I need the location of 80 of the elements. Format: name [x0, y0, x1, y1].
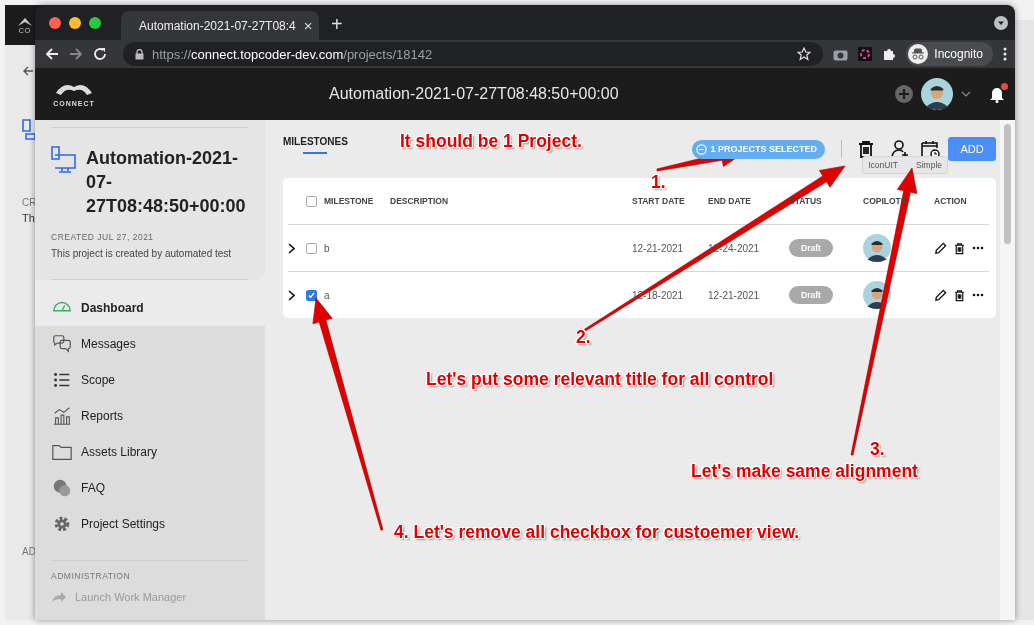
- table-cell: 12-21-2021: [708, 289, 760, 301]
- nav-item[interactable]: Scope: [35, 362, 265, 398]
- annotation-text: Let's make same alignment: [691, 461, 918, 482]
- monitor-icon: [22, 119, 36, 141]
- annotation-text: 3.: [870, 439, 885, 460]
- lock-icon: [135, 48, 144, 60]
- pencil-icon[interactable]: [934, 288, 947, 302]
- table-cell: a: [324, 289, 330, 301]
- table-cell: b: [324, 242, 330, 254]
- trash-icon[interactable]: [856, 139, 876, 159]
- back-arrow-icon[interactable]: [22, 65, 34, 77]
- chevron-down-icon[interactable]: [961, 91, 971, 97]
- column-header: MILESTONE: [324, 196, 374, 206]
- nav-item[interactable]: Messages: [35, 326, 265, 362]
- nav-item[interactable]: Reports: [35, 398, 265, 434]
- checkbox[interactable]: [306, 242, 317, 254]
- annotation-text: It should be 1 Project.: [400, 131, 582, 152]
- address-bar[interactable]: https://connect.topcoder-dev.com/projects/18142: [123, 42, 824, 66]
- text-fragment: CR: [22, 197, 38, 208]
- column-header: START DATE: [632, 196, 685, 206]
- project-description: This project is created by automated test: [51, 248, 233, 259]
- project-name: Automation-2021-07-27T08:48:50+00:00: [86, 147, 246, 218]
- avatar-icon: [863, 234, 891, 262]
- zoom-window-icon[interactable]: [89, 16, 101, 29]
- chat-bubbles-icon: [51, 333, 73, 355]
- trash-icon[interactable]: [953, 241, 966, 255]
- pencil-icon[interactable]: [934, 241, 947, 255]
- nav-item[interactable]: FAQ: [35, 470, 265, 506]
- annotation-text: 1.: [651, 172, 666, 193]
- status-pill: Draft: [789, 239, 833, 257]
- text-fragment: Th: [22, 212, 36, 224]
- column-header: END DATE: [708, 196, 751, 206]
- star-icon[interactable]: [797, 47, 812, 61]
- expand-chevron-icon[interactable]: [288, 242, 295, 254]
- avatar-icon: [921, 78, 953, 110]
- text-fragment: AD: [22, 546, 37, 557]
- tab-search-icon[interactable]: [993, 15, 1009, 31]
- monitor-icon: [51, 146, 76, 174]
- more-icon[interactable]: [972, 246, 984, 250]
- nav-item[interactable]: Dashboard: [35, 290, 265, 326]
- more-menu-icon[interactable]: [1003, 47, 1007, 61]
- trash-icon[interactable]: [953, 288, 966, 302]
- add-user-icon[interactable]: [890, 139, 910, 159]
- reload-icon[interactable]: [93, 47, 107, 61]
- created-date: CREATED JUL 27, 2021: [51, 232, 155, 242]
- add-circle-icon[interactable]: [895, 85, 913, 103]
- annotation-text: Let's put some relevant title for all control: [426, 369, 774, 390]
- status-pill: Draft: [789, 286, 833, 304]
- nav-item[interactable]: Assets Library: [35, 434, 265, 470]
- url-text: https://connect.topcoder-dev.com/projects/18142: [152, 46, 434, 62]
- annotation-text: 4. Let's remove all checkbox for custoemer view.: [394, 522, 800, 543]
- table-cell: 12-21-2021: [632, 242, 684, 254]
- close-window-icon[interactable]: [49, 16, 61, 29]
- tooltip-text: IconUIT: [868, 160, 898, 170]
- project-title: Automation-2021-07-27T08:48:50+00:00: [329, 85, 620, 103]
- share-arrow-icon: [51, 591, 67, 603]
- browser-tab[interactable]: Automation-2021-07-27T08:4 ×: [121, 11, 319, 40]
- minimize-window-icon[interactable]: [69, 16, 81, 29]
- checkbox[interactable]: [306, 289, 317, 301]
- checkbox[interactable]: [306, 195, 317, 207]
- nav-item[interactable]: Project Settings: [35, 506, 265, 542]
- forward-arrow-icon[interactable]: [69, 47, 83, 61]
- minus-circle-icon: [696, 143, 708, 155]
- puzzle-icon[interactable]: [882, 47, 897, 61]
- new-tab-button[interactable]: +: [331, 13, 343, 36]
- expand-chevron-icon[interactable]: [288, 289, 295, 301]
- chart-icon: [51, 405, 73, 427]
- bell-icon[interactable]: [989, 85, 1005, 103]
- section-heading: ADMINISTRATION: [51, 571, 132, 581]
- incognito-icon: [908, 44, 929, 64]
- column-header: DESCRIPTION: [390, 196, 449, 206]
- incognito-profile-button[interactable]: Incognito: [906, 42, 993, 66]
- tooltip-text: Simple: [916, 160, 942, 170]
- annotation-text: 2.: [576, 327, 591, 348]
- extension-icon[interactable]: [858, 47, 873, 61]
- column-header: ACTION: [934, 196, 967, 206]
- milestones-tab[interactable]: MILESTONES: [283, 128, 348, 154]
- more-icon[interactable]: [972, 293, 984, 297]
- logo-icon: [17, 16, 33, 27]
- scrollbar[interactable]: [1000, 120, 1015, 620]
